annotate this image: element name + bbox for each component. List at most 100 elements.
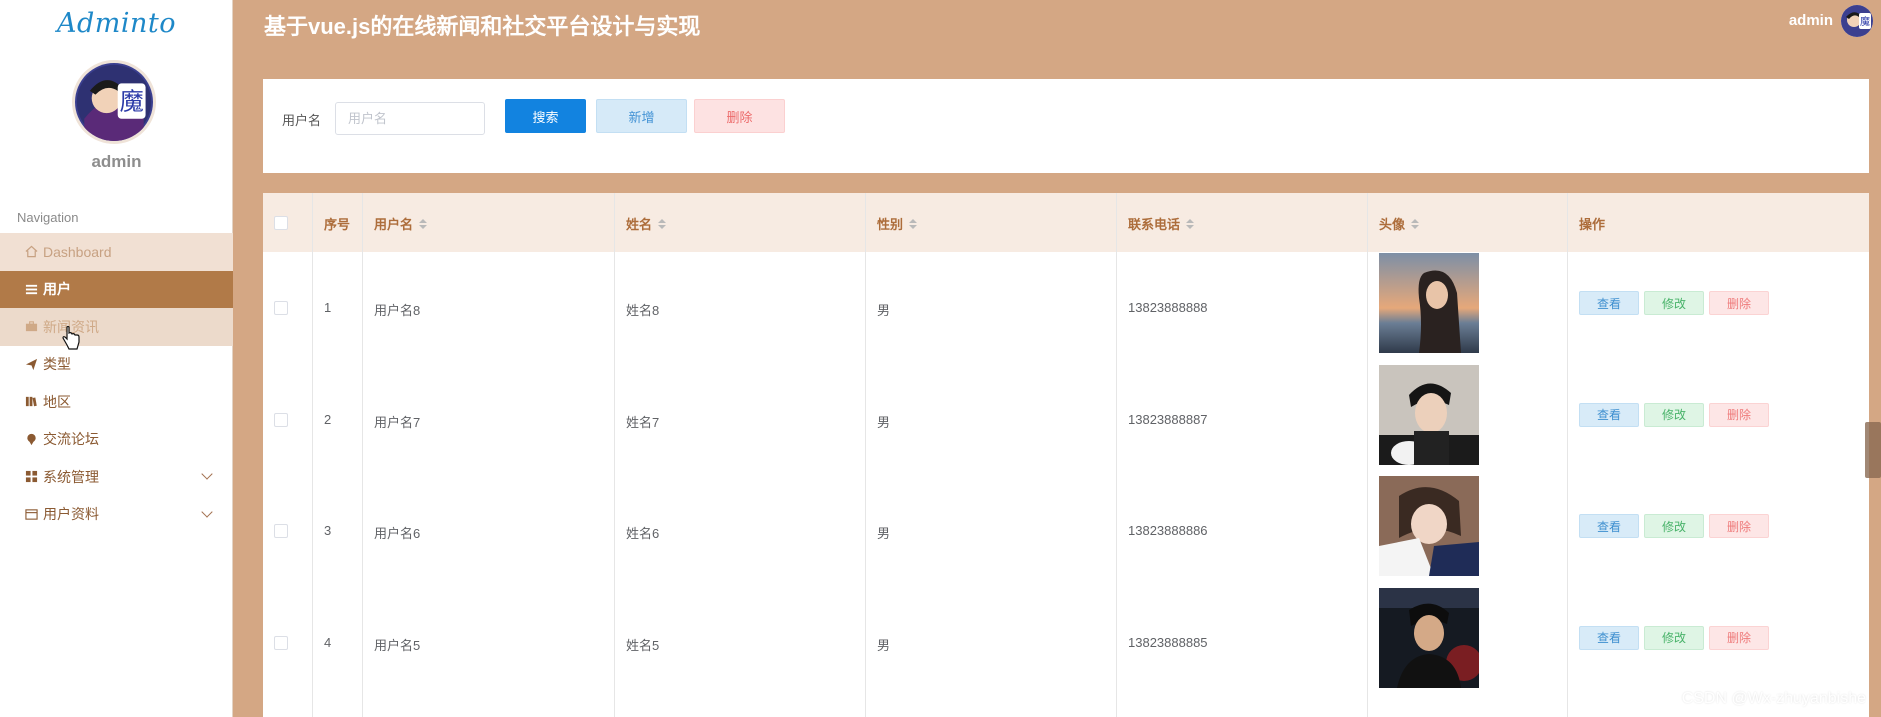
book-icon [24,394,39,409]
header-gender[interactable]: 性别 [877,214,918,233]
view-button[interactable]: 查看 [1579,514,1639,538]
cell-name: 姓名7 [626,414,660,430]
edit-button[interactable]: 修改 [1644,514,1704,538]
delete-button[interactable]: 删除 [1709,291,1769,315]
edit-button[interactable]: 修改 [1644,625,1704,650]
sidebar-item-label: 地区 [43,393,71,410]
cell-phone: 13823888886 [1128,523,1208,538]
add-button[interactable]: 新增 [596,99,687,133]
view-button[interactable]: 查看 [1579,291,1639,315]
send-icon [24,357,39,372]
edit-button[interactable]: 修改 [1644,402,1704,427]
chevron-down-icon[interactable] [201,505,213,518]
sidebar: Adminto 魔 admin Navigation Dashboard 用户 [0,0,233,717]
header-index: 序号 [324,217,351,232]
sidebar-nav: Dashboard 用户 新闻资讯 类型 地区 交流论坛 系统管理 用户资料 [0,233,233,533]
edit-button[interactable]: 修改 [1644,291,1704,315]
search-button[interactable]: 搜索 [505,99,586,133]
row-checkbox[interactable] [274,635,288,650]
cell-gender: 男 [877,303,891,318]
svg-text:魔: 魔 [1860,15,1870,28]
user-avatar-photo[interactable] [1379,587,1479,688]
sidebar-item-system[interactable]: 系统管理 [0,458,233,496]
home-icon [24,244,39,259]
card-icon [24,507,39,522]
sort-icon[interactable] [658,218,667,229]
row-checkbox[interactable] [274,524,288,538]
list-icon [24,282,39,297]
header-username[interactable]: admin [1789,12,1833,29]
cell-phone: 13823888888 [1128,300,1208,315]
username-search-input[interactable] [335,102,485,135]
sidebar-item-forum[interactable]: 交流论坛 [0,421,233,459]
watermark: CSDN @Wx-zhuyanbishe [1681,690,1866,707]
grid-icon [24,469,39,484]
sort-icon[interactable] [1411,218,1420,229]
app-logo[interactable]: Adminto [0,8,233,39]
sidebar-item-label: 用户资料 [43,506,99,523]
search-panel: 用户名 搜索 新增 删除 [263,79,1869,173]
cell-gender: 男 [877,526,891,541]
svg-text:魔: 魔 [120,87,144,115]
header-actions: 操作 [1579,217,1606,232]
view-button[interactable]: 查看 [1579,402,1639,427]
header-username[interactable]: 用户名 [374,214,428,233]
delete-button[interactable]: 删除 [1709,625,1769,650]
search-label: 用户名 [282,113,322,128]
table-row: 1 用户名8 姓名8 男 13823888888 查看 修改 删除 [263,252,1869,364]
chevron-down-icon[interactable] [201,468,213,480]
cell-username: 用户名5 [374,637,421,653]
briefcase-icon [24,319,39,334]
user-table: 序号 用户名 姓名 性别 联系电话 头像 操作 1 用户名8 姓名8 男 138… [263,193,1869,717]
cell-name: 姓名5 [626,637,660,653]
sidebar-item-label: 系统管理 [43,468,99,485]
user-avatar-photo[interactable] [1379,476,1479,576]
cell-index: 2 [324,411,332,427]
table-row: 4 用户名5 姓名5 男 13823888885 查看 修改 删除 [263,587,1869,699]
sidebar-item-label: 用户 [43,281,71,298]
sidebar-item-label: Dashboard [43,243,112,260]
sidebar-item-profile[interactable]: 用户资料 [0,496,233,534]
select-all-checkbox[interactable] [274,216,288,230]
sidebar-item-label: 类型 [43,356,71,373]
header-name[interactable]: 姓名 [626,214,667,233]
table-row: 3 用户名6 姓名6 男 13823888886 查看 修改 删除 [263,475,1869,587]
cell-username: 用户名7 [374,414,421,430]
sidebar-item-type[interactable]: 类型 [0,346,233,384]
cell-index: 4 [324,634,332,650]
sidebar-item-users[interactable]: 用户 [0,270,233,308]
sort-icon[interactable] [419,218,428,229]
cell-index: 3 [324,523,332,538]
header-avatar[interactable]: 魔 [1841,5,1873,37]
cell-gender: 男 [877,414,891,430]
user-avatar-photo[interactable] [1379,364,1479,465]
user-avatar-photo[interactable] [1379,253,1479,353]
cell-phone: 13823888887 [1128,411,1208,427]
batch-delete-button[interactable]: 删除 [694,99,785,133]
cell-name: 姓名6 [626,526,660,541]
cell-gender: 男 [877,637,891,653]
table-row: 2 用户名7 姓名7 男 13823888887 查看 修改 删除 [263,364,1869,476]
sort-icon[interactable] [909,218,918,229]
nav-section-title: Navigation [17,210,79,225]
page-scrollbar[interactable] [1865,422,1881,478]
cell-username: 用户名6 [374,526,421,541]
row-checkbox[interactable] [274,412,288,427]
sidebar-item-dashboard[interactable]: Dashboard [0,233,233,271]
cell-phone: 13823888885 [1128,634,1208,650]
row-checkbox[interactable] [274,301,288,315]
hand-pointer-icon [62,325,80,356]
cell-index: 1 [324,300,332,315]
sidebar-avatar[interactable]: 魔 [72,60,156,144]
delete-button[interactable]: 删除 [1709,402,1769,427]
delete-button[interactable]: 删除 [1709,514,1769,538]
sort-icon[interactable] [1186,218,1195,229]
sidebar-item-region[interactable]: 地区 [0,383,233,421]
cell-username: 用户名8 [374,303,421,318]
view-button[interactable]: 查看 [1579,625,1639,650]
cell-name: 姓名8 [626,303,660,318]
header-avatar[interactable]: 头像 [1379,214,1420,233]
pin-icon [24,432,39,447]
header-phone[interactable]: 联系电话 [1128,214,1195,233]
sidebar-item-news[interactable]: 新闻资讯 [0,308,233,346]
